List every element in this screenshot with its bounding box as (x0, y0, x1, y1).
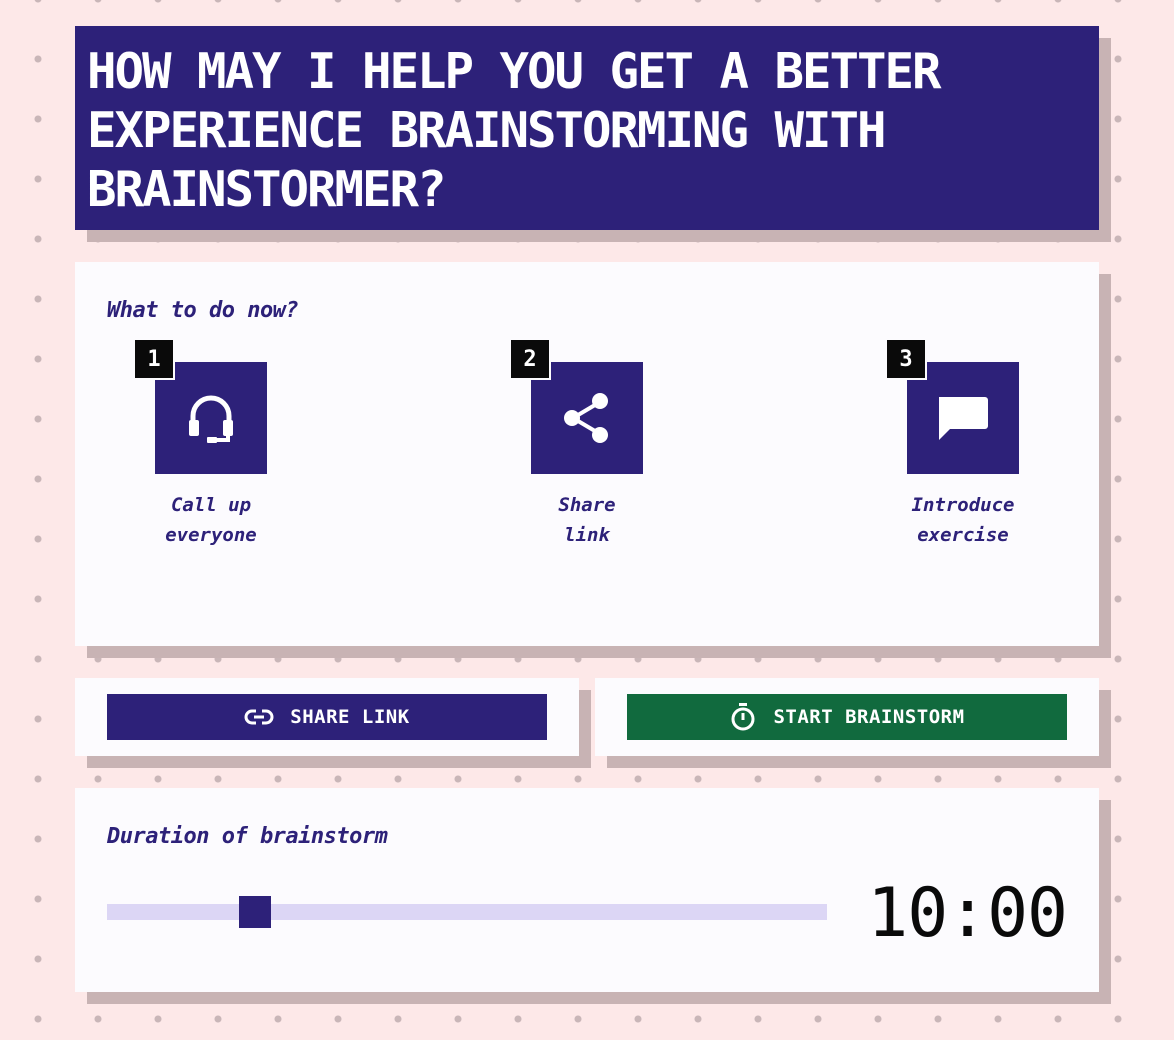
duration-value: 10:00 (867, 874, 1068, 953)
chat-bubble-icon (939, 397, 988, 440)
page-header: HOW MAY I HELP YOU GET A BETTER EXPERIEN… (75, 26, 1099, 230)
start-brainstorm-label: START BRAINSTORM (773, 706, 965, 728)
duration-heading: Duration of brainstorm (107, 824, 388, 849)
step-number-badge: 1 (133, 338, 175, 380)
stopwatch-icon (731, 703, 755, 731)
headset-icon (189, 395, 233, 443)
step-label: Share link (558, 494, 616, 546)
steps-panel: What to do now? 1 Call up everyone 2 Sha… (75, 262, 1099, 646)
share-link-button[interactable]: SHARE LINK (107, 694, 547, 740)
steps-heading: What to do now? (107, 298, 299, 323)
slider-thumb[interactable] (238, 896, 271, 928)
duration-slider[interactable] (107, 896, 827, 928)
start-brainstorm-button[interactable]: START BRAINSTORM (627, 694, 1067, 740)
share-icon (564, 393, 608, 443)
slider-fill (107, 904, 255, 920)
step-label: Introduce exercise (911, 494, 1015, 546)
start-brainstorm-card: START BRAINSTORM (595, 678, 1099, 756)
share-link-label: SHARE LINK (290, 706, 410, 728)
step-number-badge: 2 (509, 338, 551, 380)
step-number-badge: 3 (885, 338, 927, 380)
share-link-card: SHARE LINK (75, 678, 579, 756)
link-icon (244, 709, 274, 725)
page-title: HOW MAY I HELP YOU GET A BETTER EXPERIEN… (87, 43, 942, 218)
step-label: Call up everyone (165, 494, 257, 546)
duration-panel: Duration of brainstorm 10:00 (75, 788, 1099, 992)
